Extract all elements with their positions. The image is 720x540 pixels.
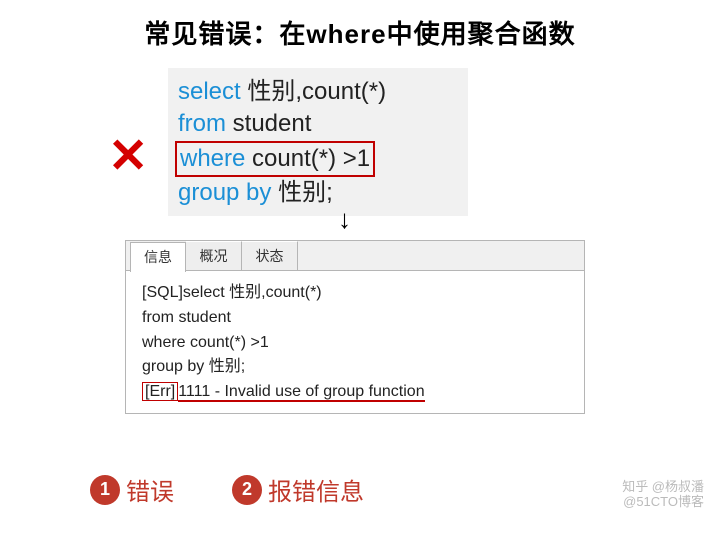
page-title: 常见错误：在where中使用聚合函数	[0, 0, 720, 51]
sql-text: count(*) >1	[245, 145, 370, 172]
sql-text: 性别;	[271, 179, 332, 206]
sql-text: 性别,count(*)	[241, 78, 386, 105]
tabs-bar: 信息 概况 状态	[126, 241, 584, 271]
cross-icon: ✕	[108, 128, 148, 184]
tab-profile[interactable]: 概况	[186, 241, 242, 270]
watermark-line: 知乎 @杨叔潘	[622, 479, 704, 495]
err-tag: [Err]	[142, 382, 178, 401]
sql-line-4: group by 性别;	[178, 177, 458, 209]
watermark: 知乎 @杨叔潘 @51CTO博客	[622, 479, 704, 510]
result-line: group by 性别;	[142, 355, 570, 380]
result-line: where count(*) >1	[142, 331, 570, 356]
legend-item-message: 2 报错信息	[232, 472, 364, 507]
keyword-groupby: group by	[178, 179, 271, 206]
result-body: [SQL]select 性别,count(*) from student whe…	[126, 271, 584, 413]
watermark-line: @51CTO博客	[622, 494, 704, 510]
tab-status[interactable]: 状态	[242, 241, 298, 270]
sql-line-2: from student	[178, 108, 458, 140]
tab-info[interactable]: 信息	[130, 242, 186, 272]
result-line: from student	[142, 306, 570, 331]
legend-item-error: 1 错误	[90, 472, 174, 507]
badge-1-icon: 1	[90, 475, 120, 505]
keyword-from: from	[178, 110, 226, 137]
legend-label: 报错信息	[268, 472, 364, 507]
arrow-down-icon: ↓	[338, 204, 351, 235]
keyword-select: select	[178, 78, 241, 105]
result-line: [SQL]select 性别,count(*)	[142, 281, 570, 306]
where-highlight-box: where count(*) >1	[175, 141, 375, 177]
sql-code-block: select 性别,count(*) from student where co…	[168, 68, 468, 216]
result-panel: 信息 概况 状态 [SQL]select 性别,count(*) from st…	[125, 240, 585, 414]
keyword-where: where	[180, 145, 245, 172]
err-message: 1111 - Invalid use of group function	[178, 383, 424, 402]
legend: 1 错误 2 报错信息	[90, 472, 364, 507]
badge-2-icon: 2	[232, 475, 262, 505]
sql-line-1: select 性别,count(*)	[178, 76, 458, 108]
sql-text: student	[226, 110, 311, 137]
legend-label: 错误	[126, 472, 174, 507]
result-error-line: [Err]1111 - Invalid use of group functio…	[142, 380, 570, 405]
